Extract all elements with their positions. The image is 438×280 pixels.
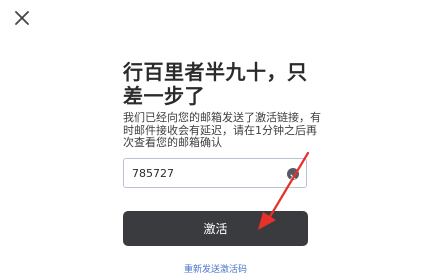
- activation-description: 我们已经向您的邮箱发送了激活链接，有时邮件接收会有延迟，请在1分钟之后再次查看您…: [123, 111, 321, 149]
- page-title: 行百里者半九十，只差一步了: [123, 60, 308, 108]
- clear-input-button[interactable]: [287, 168, 299, 180]
- close-icon: [15, 11, 29, 25]
- clear-icon: [290, 174, 296, 180]
- activation-code-field: [123, 158, 307, 188]
- close-button[interactable]: [12, 8, 32, 28]
- activation-page: 行百里者半九十，只差一步了 我们已经向您的邮箱发送了激活链接，有时邮件接收会有延…: [0, 0, 438, 280]
- activation-code-input[interactable]: [124, 159, 300, 187]
- activate-button[interactable]: 激活: [123, 211, 308, 246]
- resend-code-link[interactable]: 重新发送激活码: [123, 264, 308, 276]
